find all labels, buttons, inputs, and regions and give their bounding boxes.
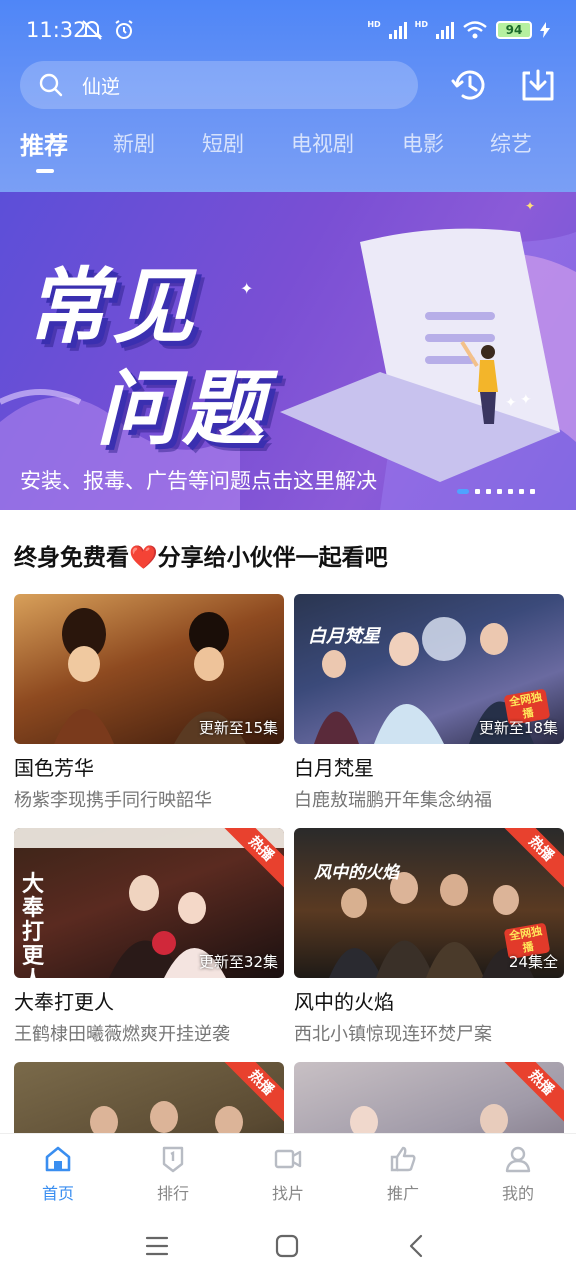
tab-short-drama[interactable]: 短剧	[202, 128, 244, 158]
drama-card[interactable]: 更新至15集 国色芳华 杨紫李现携手同行映韶华	[14, 594, 284, 812]
search-query: 仙逆	[82, 75, 121, 98]
drama-title: 国色芳华	[14, 756, 94, 780]
nav-label-promote: 推广	[386, 1184, 419, 1203]
nav-mine[interactable]: 我的	[478, 1144, 558, 1204]
bottom-nav: 首页 排行 找片 推广 我的	[0, 1133, 576, 1215]
drama-card[interactable]: 大奉打更人 热播 更新至32集 大奉打更人 王鹤棣田曦薇燃爽开挂逆袭	[14, 828, 284, 1046]
drama-desc: 白鹿敖瑞鹏开年集念纳福	[294, 790, 492, 811]
carousel-dot	[519, 489, 524, 494]
home-icon	[45, 1146, 71, 1172]
episode-badge: 更新至18集	[478, 719, 558, 737]
history-icon[interactable]	[449, 65, 489, 105]
carousel-dot	[508, 489, 513, 494]
tab-variety[interactable]: 综艺	[490, 128, 532, 158]
carousel-indicator	[457, 489, 535, 494]
carousel-dot	[497, 489, 502, 494]
nav-promote[interactable]: 推广	[363, 1144, 443, 1204]
nav-label-ranking: 排行	[156, 1184, 189, 1203]
tab-movie[interactable]: 电影	[402, 128, 444, 158]
hd-label-2: HD	[414, 20, 428, 29]
charging-icon	[540, 22, 550, 38]
episode-badge: 更新至15集	[198, 719, 278, 737]
search-icon	[39, 73, 63, 97]
video-camera-icon	[274, 1149, 302, 1169]
thumbs-up-icon	[390, 1146, 416, 1172]
banner-caption: 安装、报毒、广告等问题点击这里解决	[20, 469, 377, 493]
poster-title-art: 大奉打更人	[22, 872, 45, 979]
svg-text:✦: ✦	[505, 395, 517, 411]
search-input[interactable]: 仙逆	[20, 61, 418, 109]
svg-text:✦: ✦	[525, 199, 535, 213]
drama-title: 大奉打更人	[14, 990, 114, 1014]
nav-label-find: 找片	[271, 1184, 304, 1203]
share-text-before: 终身免费看	[14, 545, 129, 571]
drama-title: 白月梵星	[294, 756, 374, 780]
status-bar: 11:32 HD HD 94	[0, 0, 576, 60]
status-time: 11:32	[26, 18, 87, 42]
drama-poster: 大奉打更人 热播 更新至32集	[14, 828, 284, 978]
episode-badge: 24集全	[508, 953, 558, 971]
faq-banner[interactable]: ✦ ✦ ✦ ✦ 常见 问题 安装、报毒、广告等问题点击这里解决	[0, 192, 576, 510]
carousel-dot	[486, 489, 491, 494]
category-tabs: 推荐 新剧 短剧 电视剧 电影 综艺	[0, 128, 576, 178]
heart-icon: ❤️	[129, 545, 158, 571]
home-button-icon[interactable]	[274, 1233, 300, 1259]
signal-icon	[388, 21, 407, 39]
nav-home[interactable]: 首页	[18, 1144, 98, 1204]
ranking-icon	[162, 1146, 184, 1173]
drama-card[interactable]: 白月梵星 全网独播 更新至18集 白月梵星 白鹿敖瑞鹏开年集念纳福	[294, 594, 564, 812]
nav-find[interactable]: 找片	[248, 1144, 328, 1204]
share-text-after: 分享给小伙伴一起看吧	[157, 545, 388, 571]
tab-recommend[interactable]: 推荐	[20, 126, 68, 161]
hd-label-1: HD	[367, 20, 381, 29]
drama-desc: 杨紫李现携手同行映韶华	[14, 790, 212, 811]
drama-desc: 西北小镇惊现连环焚尸案	[294, 1024, 492, 1045]
drama-poster: 更新至15集	[14, 594, 284, 744]
nav-ranking[interactable]: 排行	[133, 1144, 213, 1204]
svg-text:✦: ✦	[520, 392, 532, 408]
mute-notification-icon	[81, 20, 103, 40]
carousel-dot	[530, 489, 535, 494]
app-header: 11:32 HD HD 94 仙逆 推荐 新剧 短剧 电视剧 电影 综艺	[0, 0, 576, 192]
nav-label-mine: 我的	[501, 1184, 534, 1203]
episode-badge: 更新至32集	[198, 953, 278, 971]
system-nav-bar	[0, 1215, 576, 1280]
nav-label-home: 首页	[41, 1184, 74, 1203]
banner-title-line2: 问题	[96, 362, 268, 457]
drama-title: 风中的火焰	[294, 990, 394, 1014]
download-icon[interactable]	[518, 65, 558, 105]
drama-poster: 白月梵星 全网独播 更新至18集	[294, 594, 564, 744]
person-icon	[505, 1146, 531, 1173]
tab-new-drama[interactable]: 新剧	[113, 128, 155, 158]
signal-icon-2	[436, 21, 454, 39]
share-prompt[interactable]: 终身免费看❤️分享给小伙伴一起看吧	[14, 538, 388, 572]
menu-icon[interactable]	[144, 1233, 170, 1259]
carousel-dot	[475, 489, 480, 494]
active-tab-indicator	[36, 169, 54, 173]
battery-indicator: 94	[496, 21, 532, 39]
wifi-icon	[463, 21, 487, 39]
alarm-icon	[115, 20, 133, 39]
poster-title-art: 风中的火焰	[314, 863, 399, 883]
svg-text:✦: ✦	[240, 279, 253, 298]
drama-desc: 王鹤棣田曦薇燃爽开挂逆袭	[14, 1024, 230, 1045]
drama-poster: 风中的火焰 热播 全网独播 24集全	[294, 828, 564, 978]
back-icon[interactable]	[404, 1233, 430, 1259]
carousel-dot	[457, 489, 469, 494]
drama-card[interactable]: 风中的火焰 热播 全网独播 24集全 风中的火焰 西北小镇惊现连环焚尸案	[294, 828, 564, 1046]
poster-title-art: 白月梵星	[308, 626, 380, 647]
tab-tv-series[interactable]: 电视剧	[291, 128, 354, 158]
